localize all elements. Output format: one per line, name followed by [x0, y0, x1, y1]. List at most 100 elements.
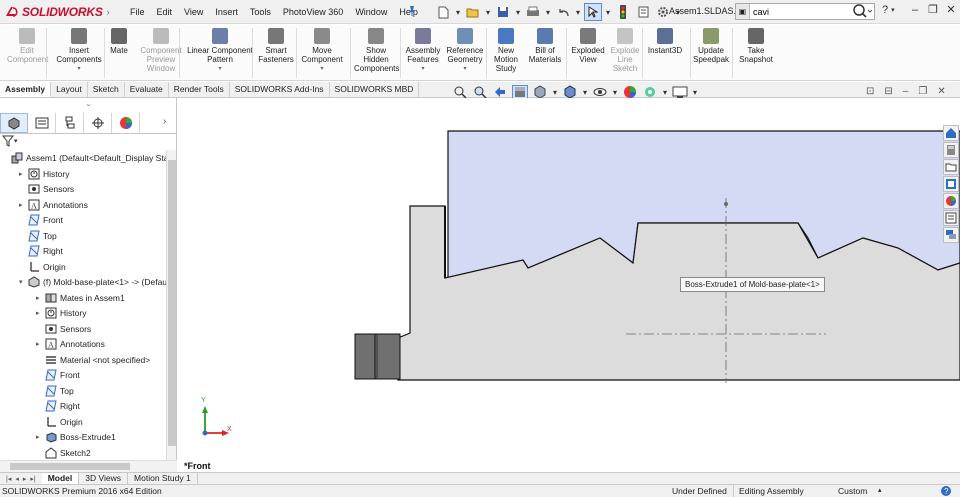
units-dropdown-icon[interactable]: ▴ [878, 485, 882, 497]
panel-splitter-grip[interactable]: ⌄ [0, 98, 177, 112]
ribbon-dropdown-icon[interactable]: ▾ [56, 65, 102, 74]
tree-item[interactable]: ▸ History [19, 166, 69, 181]
zoom-to-area-icon[interactable] [472, 85, 488, 99]
status-units[interactable]: Custom [838, 485, 867, 497]
tree-item[interactable]: Sensors [19, 181, 74, 196]
view-orientation-icon[interactable] [532, 85, 548, 99]
menu-window[interactable]: Window [349, 7, 393, 17]
tree-item[interactable]: ▸ A Annotations [19, 197, 88, 212]
ribbon-button-reference-geometry[interactable]: Reference Geometry ▾ [445, 28, 485, 74]
tab-mbd[interactable]: SOLIDWORKS MBD [330, 82, 420, 97]
file-explorer-icon[interactable] [943, 159, 959, 175]
print-dropdown-icon[interactable]: ▾ [544, 3, 552, 21]
tab-sketch[interactable]: Sketch [88, 82, 125, 97]
tab-layout[interactable]: Layout [51, 82, 88, 97]
display-manager-tab-icon[interactable] [112, 112, 140, 133]
section-view-icon[interactable] [512, 85, 528, 99]
ribbon-button-show-hidden[interactable]: Show Hidden Components [354, 28, 399, 73]
tree-item[interactable]: Sketch2 [36, 445, 91, 460]
tree-item[interactable]: ▸ History [36, 305, 86, 320]
graphics-area[interactable] [178, 98, 960, 472]
tree-item[interactable]: Top [36, 383, 74, 398]
scrollbar-thumb[interactable] [168, 160, 176, 446]
select-icon[interactable] [584, 3, 602, 21]
menu-insert[interactable]: Insert [209, 7, 244, 17]
minimize-icon[interactable]: – [908, 3, 922, 19]
pin-menu-icon[interactable] [406, 5, 418, 17]
menu-edit[interactable]: Edit [151, 7, 179, 17]
ribbon-button-component-preview[interactable]: Component Preview Window [140, 28, 182, 73]
scrollbar-thumb-horizontal[interactable] [10, 463, 130, 470]
close-icon[interactable]: ✕ [944, 3, 958, 19]
open-dropdown-icon[interactable]: ▾ [484, 3, 492, 21]
new-document-icon[interactable] [434, 3, 452, 21]
tree-item[interactable]: Right [36, 398, 80, 413]
ribbon-button-bom[interactable]: Bill of Materials [528, 28, 562, 64]
undo-dropdown-icon[interactable]: ▾ [574, 3, 582, 21]
scene-dropdown-icon[interactable]: ▾ [662, 85, 668, 99]
tree-expander-icon[interactable]: ▸ [36, 340, 44, 348]
viewport-minimize-icon[interactable]: – [903, 86, 909, 97]
open-icon[interactable] [464, 3, 482, 21]
tree-expander-icon[interactable]: ▸ [36, 309, 44, 317]
ribbon-button-instant3d[interactable]: Instant3D [645, 28, 685, 55]
apply-scene-icon[interactable] [642, 85, 658, 99]
tab-scroll-arrows[interactable]: |◂ ◂ ▸ ▸| [0, 475, 42, 483]
tree-item[interactable]: Origin [19, 259, 66, 274]
viewport-tile-icon[interactable]: ⊟ [884, 86, 892, 97]
tree-vertical-scrollbar[interactable] [166, 150, 176, 460]
viewport-maximize-icon[interactable]: ❐ [918, 86, 927, 97]
ribbon-button-edit-component[interactable]: Edit Component [7, 28, 48, 64]
configuration-manager-tab-icon[interactable] [56, 112, 84, 133]
status-help-icon[interactable]: ? [940, 485, 952, 497]
tree-expander-icon[interactable]: ▸ [19, 201, 27, 209]
ribbon-dropdown-icon[interactable]: ▾ [445, 65, 485, 74]
ribbon-dropdown-icon[interactable]: ▾ [185, 65, 255, 74]
design-library-icon[interactable] [943, 142, 959, 158]
tab-model[interactable]: Model [41, 473, 80, 484]
tree-item[interactable]: ▸ Boss-Extrude1 [36, 429, 116, 444]
tree-item[interactable]: Front [19, 212, 63, 227]
tree-item[interactable]: ▸ Mates in Assem1 [36, 290, 125, 305]
next-tab-icon[interactable]: ▸ [23, 475, 27, 483]
forum-icon[interactable] [943, 227, 959, 243]
ribbon-button-explode-line[interactable]: Explode Line Sketch [610, 28, 640, 73]
ribbon-button-exploded-view[interactable]: Exploded View [570, 28, 606, 64]
view-settings-icon[interactable] [672, 85, 688, 99]
panel-expand-arrow-icon[interactable]: › [163, 116, 166, 127]
search-input[interactable] [753, 6, 853, 17]
save-dropdown-icon[interactable]: ▾ [514, 3, 522, 21]
tab-assembly[interactable]: Assembly [0, 82, 52, 97]
tree-item[interactable]: Front [36, 367, 80, 382]
edit-appearance-icon[interactable] [622, 85, 638, 99]
ribbon-button-move-component[interactable]: Move Component ▾ [300, 28, 344, 74]
ribbon-button-speedpak[interactable]: Update Speedpak [692, 28, 730, 64]
appearances-scenes-icon[interactable] [943, 193, 959, 209]
menu-tools[interactable]: Tools [244, 7, 277, 17]
tree-item[interactable]: Top [19, 228, 57, 243]
viewport-restore-icon[interactable]: ⊡ [866, 86, 874, 97]
view-palette-icon[interactable] [943, 176, 959, 192]
tab-render-tools[interactable]: Render Tools [169, 82, 230, 97]
display-style-dropdown-icon[interactable]: ▾ [582, 85, 588, 99]
first-tab-icon[interactable]: |◂ [6, 475, 11, 483]
ribbon-button-insert-components[interactable]: Insert Components ▾ [56, 28, 102, 74]
display-style-icon[interactable] [562, 85, 578, 99]
ribbon-button-snapshot[interactable]: Take Snapshot [736, 28, 776, 64]
last-tab-icon[interactable]: ▸| [30, 475, 35, 483]
menu-photoview[interactable]: PhotoView 360 [277, 7, 349, 17]
orientation-dropdown-icon[interactable]: ▾ [552, 85, 558, 99]
ribbon-button-assembly-features[interactable]: Assembly Features ▾ [405, 28, 441, 74]
ribbon-dropdown-icon[interactable]: ▾ [405, 65, 441, 74]
tree-horizontal-scrollbar[interactable] [0, 460, 177, 472]
tab-evaluate[interactable]: Evaluate [125, 82, 169, 97]
rebuild-icon[interactable] [614, 3, 632, 21]
previous-view-icon[interactable] [492, 85, 508, 99]
solidworks-resources-icon[interactable] [943, 125, 959, 141]
help-dropdown-icon[interactable]: ▾ [891, 4, 895, 18]
tree-filter[interactable]: ▾ [2, 135, 18, 147]
tab-addins[interactable]: SOLIDWORKS Add-Ins [230, 82, 330, 97]
tab-3d-views[interactable]: 3D Views [79, 473, 129, 484]
undo-icon[interactable] [554, 3, 572, 21]
save-icon[interactable] [494, 3, 512, 21]
